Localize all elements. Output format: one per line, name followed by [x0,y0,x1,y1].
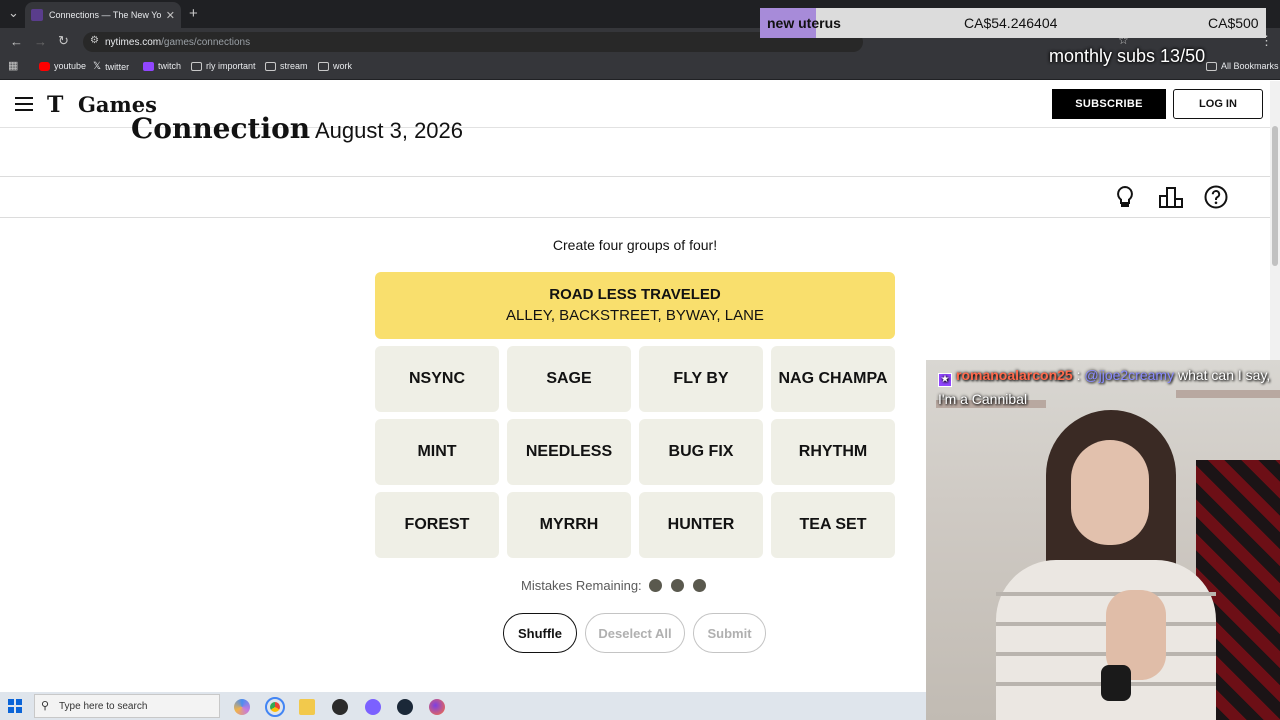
word-card[interactable]: FLY BY [639,346,763,412]
chat-mention: @jjoe2creamy [1084,367,1175,383]
apps-grid-icon[interactable]: ▦ [8,59,18,72]
solved-group-title: ROAD LESS TRAVELED [549,286,721,303]
chat-message: ★ romanoalarcon25 : @jjoe2creamy what can… [938,363,1276,411]
nyt-games-favicon-icon [31,9,43,21]
game-date: August 3, 2026 [315,118,464,143]
browser-tab-connections[interactable]: Connections — The New York T ✕ [25,2,181,28]
address-bar[interactable]: ⚙ nytimes.com/games/connections [83,32,863,52]
subscribe-button[interactable]: SUBSCRIBE [1052,89,1166,119]
divider [0,217,1270,218]
steam-icon[interactable] [397,699,413,715]
x-logo-icon: 𝕏 [93,61,102,72]
discord-icon[interactable] [365,699,381,715]
mistake-dot [649,579,662,592]
deselect-all-button[interactable]: Deselect All [585,613,685,653]
donor-name: new uterus [767,15,841,31]
chat-username: romanoalarcon25 [956,367,1073,383]
word-card[interactable]: RHYTHM [771,419,895,485]
bookmark-twitch[interactable]: twitch [143,61,181,71]
word-card[interactable]: FOREST [375,492,499,558]
help-question-icon[interactable] [1203,184,1229,210]
cam-face [1071,440,1149,545]
game-title: Connections [131,112,311,142]
sub-goal-overlay: monthly subs 13/50 [1049,46,1206,66]
bookmark-twitter[interactable]: 𝕏twitter [93,61,129,72]
mistake-dot [693,579,706,592]
solved-group-yellow: ROAD LESS TRAVELED ALLEY, BACKSTREET, BY… [375,272,895,339]
word-card[interactable]: SAGE [507,346,631,412]
hint-lightbulb-icon[interactable] [1112,184,1138,210]
folder-icon [191,61,202,71]
firefox-icon[interactable] [429,699,445,715]
tab-title: Connections — The New York T [49,10,162,20]
word-card[interactable]: NEEDLESS [507,419,631,485]
stats-bar-chart-icon[interactable] [1158,184,1184,210]
word-card[interactable]: NAG CHAMPA [771,346,895,412]
forward-icon[interactable]: → [34,34,47,49]
bookmark-folder-stream[interactable]: stream [265,61,308,71]
game-instructions: Create four groups of four! [552,237,718,253]
url-host: nytimes.com [105,36,162,48]
all-bookmarks[interactable]: All Bookmarks [1206,61,1279,71]
shuffle-button[interactable]: Shuffle [503,613,577,653]
windows-start-icon[interactable] [8,699,22,713]
chrome-icon[interactable] [265,697,285,717]
login-button[interactable]: LOG IN [1173,89,1263,119]
folder-icon [1206,61,1217,71]
twitch-icon [143,61,154,71]
reload-icon[interactable]: ↻ [58,33,69,49]
obs-icon[interactable] [332,699,348,715]
word-card[interactable]: BUG FIX [639,419,763,485]
divider [0,176,1270,177]
chat-separator: : [1076,367,1081,383]
cam-shirt-stripe [996,592,1216,596]
donation-current: CA$54.246404 [964,15,1058,31]
scrollbar-thumb[interactable] [1272,126,1278,266]
word-card[interactable]: MINT [375,419,499,485]
site-info-icon[interactable]: ⚙ [90,35,99,46]
streamer-webcam [926,360,1280,720]
url-path: /games/connections [161,36,251,48]
mistake-dot [671,579,684,592]
mistakes-remaining-label: Mistakes Remaining: [521,578,642,593]
folder-icon [265,61,276,71]
search-icon: ⚲ [41,700,50,712]
nyt-logo[interactable]: T [47,92,63,118]
bookmark-folder-rly-important[interactable]: rly important [191,61,256,71]
back-icon[interactable]: ← [10,34,23,49]
word-card[interactable]: MYRRH [507,492,631,558]
word-card[interactable]: HUNTER [639,492,763,558]
new-tab-icon[interactable]: + [189,5,198,22]
bookmark-folder-work[interactable]: work [318,61,352,71]
taskbar-search-input[interactable]: ⚲ Type here to search [34,694,220,718]
copilot-icon[interactable] [234,699,250,715]
youtube-icon [39,61,50,71]
solved-group-members: ALLEY, BACKSTREET, BYWAY, LANE [506,307,764,324]
word-card[interactable]: TEA SET [771,492,895,558]
word-card[interactable]: NSYNC [375,346,499,412]
folder-icon [318,61,329,71]
file-explorer-icon[interactable] [299,699,315,715]
close-tab-icon[interactable]: ✕ [166,9,175,22]
chat-badge-icon: ★ [938,373,952,387]
donation-goal: CA$500 [1208,15,1259,31]
bookmark-youtube[interactable]: youtube [39,61,86,71]
submit-button[interactable]: Submit [693,613,766,653]
donation-goal-overlay: new uterus CA$54.246404 CA$500 [760,8,1266,38]
cam-watch [1101,665,1131,701]
tab-search-icon[interactable]: ⌄ [8,5,19,21]
hamburger-menu-icon[interactable] [15,97,33,111]
